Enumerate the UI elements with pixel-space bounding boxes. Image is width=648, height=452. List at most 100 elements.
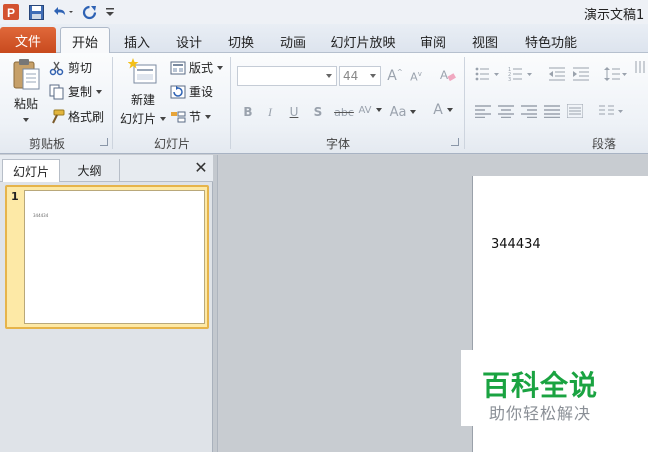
clear-formatting-button[interactable]: A (438, 66, 458, 84)
shadow-button[interactable]: S (310, 103, 326, 121)
align-right-button[interactable] (520, 102, 538, 120)
tab-animations[interactable]: 动画 (274, 29, 312, 53)
bold-icon: B (243, 105, 253, 119)
new-slide-button[interactable]: 新建 幻灯片 (118, 57, 168, 127)
tab-slideshow[interactable]: 幻灯片放映 (328, 29, 398, 53)
section-icon (171, 111, 186, 122)
increase-indent-button[interactable] (572, 65, 590, 83)
save-icon[interactable] (27, 3, 45, 21)
line-spacing-icon (604, 67, 627, 81)
clipboard-launcher-icon[interactable] (100, 138, 108, 146)
paste-button[interactable]: 粘贴 (8, 57, 44, 122)
cut-button[interactable]: 剪切 (49, 59, 92, 76)
font-launcher-icon[interactable] (451, 138, 459, 146)
italic-button[interactable]: I (262, 103, 278, 121)
close-icon[interactable]: ✕ (193, 160, 209, 176)
slides-panel: 幻灯片 大纲 ✕ 1 344434 (0, 155, 213, 452)
copy-label: 复制 (68, 85, 93, 99)
italic-icon: I (268, 104, 272, 119)
distributed-icon (567, 104, 583, 118)
distributed-button[interactable] (566, 102, 584, 120)
window-title: 演示文稿1 - (584, 8, 648, 23)
panel-tab-outline[interactable]: 大纲 (60, 159, 120, 182)
watermark-title: 百科全说 (482, 369, 599, 402)
shrink-font-button[interactable]: Av (407, 68, 425, 86)
text-direction-button[interactable] (634, 59, 648, 77)
reset-button[interactable]: 重设 (170, 83, 213, 100)
slide-number: 1 (11, 190, 19, 203)
change-case-button[interactable]: Aa (389, 103, 417, 121)
panel-tabs: 幻灯片 大纲 ✕ (0, 155, 213, 182)
grow-font-button[interactable]: A^ (386, 67, 404, 85)
font-color-icon: A (433, 102, 443, 118)
clear-formatting-icon: A (440, 68, 456, 82)
font-size-select[interactable]: 44 (339, 66, 381, 86)
bold-button[interactable]: B (240, 103, 256, 121)
chevron-down-icon (370, 74, 376, 78)
section-button[interactable]: 节 (170, 108, 212, 125)
powerpoint-logo-icon[interactable]: P (2, 3, 20, 21)
align-left-icon (475, 104, 491, 118)
layout-dropdown-icon[interactable] (217, 65, 224, 70)
clipboard-group-label: 剪贴板 (28, 137, 65, 151)
tab-review[interactable]: 审阅 (414, 29, 452, 53)
copy-button[interactable]: 复制 (49, 83, 103, 100)
svg-text:P: P (7, 6, 15, 20)
section-label: 节 (189, 110, 202, 124)
justify-button[interactable] (543, 102, 561, 120)
section-dropdown-icon[interactable] (205, 114, 212, 119)
panel-splitter[interactable] (213, 155, 218, 452)
cut-label: 剪切 (68, 61, 93, 75)
paste-dropdown-icon[interactable] (23, 118, 29, 122)
columns-icon (599, 105, 623, 114)
increase-indent-icon (573, 67, 589, 81)
align-left-button[interactable] (474, 102, 492, 120)
layout-label: 版式 (189, 61, 214, 75)
bullets-button[interactable] (474, 65, 502, 83)
thumbnail-text: 344434 (33, 213, 49, 218)
align-center-button[interactable] (497, 102, 515, 120)
strikethrough-button[interactable]: abc (332, 103, 356, 121)
font-color-button[interactable]: A (430, 101, 456, 119)
font-family-select[interactable] (237, 66, 337, 86)
format-painter-button[interactable]: 格式刷 (49, 108, 104, 125)
numbering-button[interactable]: 123 (507, 65, 535, 83)
ribbon-tabs: 文件 开始 插入 设计 切换 动画 幻灯片放映 审阅 视图 特色功能 (0, 24, 648, 54)
underline-icon: U (289, 105, 299, 119)
new-slide-label-top: 新建 (130, 93, 155, 107)
chevron-down-icon (446, 108, 453, 112)
format-painter-label: 格式刷 (68, 110, 105, 124)
svg-text:A: A (440, 68, 448, 82)
redo-icon[interactable] (80, 3, 98, 21)
tab-transitions[interactable]: 切换 (222, 29, 260, 53)
columns-button[interactable] (598, 102, 626, 120)
group-divider (230, 57, 231, 149)
text-direction-icon (635, 61, 645, 73)
undo-icon[interactable] (50, 3, 76, 21)
justify-icon (544, 104, 560, 118)
line-spacing-button[interactable] (603, 65, 629, 83)
underline-button[interactable]: U (286, 103, 302, 121)
character-spacing-button[interactable]: AV (358, 101, 382, 119)
tab-file[interactable]: 文件 (0, 27, 56, 53)
slide-thumbnail-selected[interactable]: 1 344434 (5, 185, 209, 329)
tab-view[interactable]: 视图 (466, 29, 504, 53)
strikethrough-icon: abc (334, 105, 354, 119)
panel-tab-slides[interactable]: 幻灯片 (2, 159, 60, 182)
tab-design[interactable]: 设计 (170, 29, 208, 53)
paragraph-group-label: 段落 (591, 137, 616, 151)
change-case-icon: Aa (389, 104, 407, 120)
customize-toolbar-icon[interactable] (103, 3, 117, 21)
decrease-indent-button[interactable] (548, 65, 566, 83)
text-shadow-icon: S (313, 105, 323, 119)
new-slide-dropdown-icon[interactable] (160, 116, 166, 121)
new-slide-icon (128, 58, 157, 84)
slide-text-box[interactable]: 344434 (491, 237, 541, 252)
tab-special-features[interactable]: 特色功能 (520, 29, 582, 53)
tab-insert[interactable]: 插入 (118, 29, 156, 53)
reset-icon (170, 85, 186, 98)
tab-home[interactable]: 开始 (60, 27, 110, 54)
layout-button[interactable]: 版式 (170, 59, 224, 76)
slide-thumbnail[interactable]: 344434 (24, 190, 205, 324)
copy-dropdown-icon[interactable] (96, 89, 103, 94)
